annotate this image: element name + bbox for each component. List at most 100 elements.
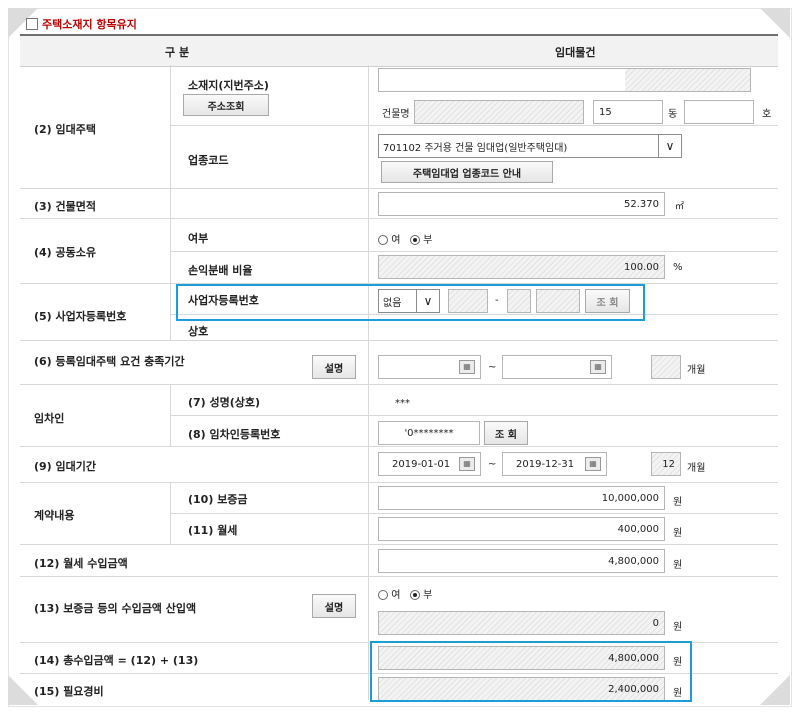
- divider: [170, 125, 778, 126]
- dong-value: 15: [599, 106, 612, 118]
- corner-decoration: [760, 675, 790, 705]
- explain-button[interactable]: 설명: [312, 355, 356, 379]
- tilde: ~: [488, 459, 497, 470]
- divider: [20, 446, 778, 447]
- row-label-business-regno: (5) 사업자등록번호: [34, 310, 127, 323]
- header-col-rental: 임대물건: [555, 46, 596, 59]
- building-area-value: 52.370: [624, 198, 659, 210]
- period-months-input[interactable]: [651, 355, 681, 379]
- months-unit: 개월: [687, 463, 706, 474]
- calendar-icon[interactable]: ▦: [585, 457, 601, 471]
- label-profit-ratio: 손익분배 비율: [188, 264, 253, 277]
- tenant-lookup-button[interactable]: 조 회: [484, 421, 528, 445]
- period-end-input[interactable]: ▦: [502, 355, 612, 379]
- radio-yes[interactable]: [378, 590, 388, 600]
- won-unit: 원: [673, 560, 683, 571]
- deposit-income-input[interactable]: 0: [378, 611, 665, 635]
- row-label-deposit-income: (13) 보증금 등의 수입금액 산입액: [34, 602, 197, 615]
- months-unit: 개월: [687, 365, 706, 376]
- tenant-regno-input[interactable]: '0********: [378, 421, 480, 445]
- won-unit: 원: [673, 622, 683, 633]
- industry-code-select[interactable]: 701102 주거용 건물 임대업(일반주택임대) ∨: [378, 134, 682, 158]
- monthly-rent-value: 400,000: [617, 523, 659, 535]
- won-unit: 원: [673, 528, 683, 539]
- calendar-icon[interactable]: ▦: [590, 360, 606, 374]
- explain-button[interactable]: 설명: [312, 594, 356, 618]
- divider: [20, 576, 778, 577]
- profit-ratio-value: 100.00: [624, 261, 659, 273]
- row-label-requirement-period: (6) 등록임대주택 요건 충족기간: [34, 355, 185, 368]
- row-label-rental-house: (2) 임대주택: [34, 123, 97, 136]
- address-input[interactable]: [378, 68, 751, 92]
- divider: [170, 251, 778, 252]
- row-label-necessary-expenses: (15) 필요경비: [34, 685, 104, 698]
- label-industry-code: 업종코드: [188, 154, 229, 167]
- lease-months-input[interactable]: 12: [651, 452, 681, 476]
- rent-income-input[interactable]: 4,800,000: [378, 549, 665, 573]
- radio-yes-label: 여: [391, 590, 401, 601]
- monthly-rent-input[interactable]: 400,000: [378, 517, 665, 541]
- checkbox-icon[interactable]: [26, 18, 38, 30]
- divider: [170, 513, 778, 514]
- divider: [20, 218, 778, 219]
- radio-yes[interactable]: [378, 235, 388, 245]
- row-label-lease-period: (9) 임대기간: [34, 460, 97, 473]
- won-unit: 원: [673, 497, 683, 508]
- label-whether: 여부: [188, 232, 209, 245]
- row-label-contract: 계약내용: [34, 509, 75, 522]
- highlight-box: [176, 284, 645, 321]
- ho-input[interactable]: [684, 100, 754, 124]
- deposit-input[interactable]: 10,000,000: [378, 486, 665, 510]
- ratio-unit: %: [673, 262, 683, 273]
- deposit-income-value: 0: [652, 617, 659, 629]
- highlight-box: [370, 641, 692, 702]
- row-label-building-area: (3) 건물면적: [34, 200, 97, 213]
- header-col-category: 구 분: [165, 46, 190, 59]
- section-title-text: 주택소재지 항목유지: [42, 18, 137, 31]
- radio-no-label: 부: [423, 590, 433, 601]
- building-area-input[interactable]: 52.370: [378, 192, 665, 216]
- period-start-input[interactable]: ▦: [378, 355, 481, 379]
- divider: [20, 340, 778, 341]
- label-location: 소재지(지번주소): [188, 79, 269, 92]
- deposit-value: 10,000,000: [601, 492, 659, 504]
- radio-no-label: 부: [423, 235, 433, 246]
- label-trade-name: 상호: [188, 325, 209, 338]
- divider: [170, 65, 171, 340]
- deposit-income-radio-group: 여 부: [378, 586, 432, 601]
- radio-no[interactable]: [409, 590, 420, 600]
- building-name-input[interactable]: [414, 100, 584, 124]
- address-search-button[interactable]: 주소조회: [183, 94, 269, 116]
- label-monthly-rent: (11) 월세: [188, 524, 238, 537]
- lease-end-input[interactable]: 2019-12-31 ▦: [502, 452, 607, 476]
- profit-ratio-input[interactable]: 100.00: [378, 255, 665, 279]
- divider: [20, 482, 778, 483]
- ho-unit: 호: [762, 109, 772, 120]
- joint-ownership-radio-group: 여 부: [378, 231, 432, 246]
- dong-input[interactable]: 15: [593, 100, 663, 124]
- industry-guide-button[interactable]: 주택임대업 업종코드 안내: [381, 161, 553, 183]
- divider: [368, 65, 369, 700]
- area-unit: ㎡: [675, 202, 685, 212]
- row-label-tenant: 임차인: [34, 412, 65, 425]
- tenant-name-value: ***: [395, 398, 410, 409]
- calendar-icon[interactable]: ▦: [459, 360, 475, 374]
- divider: [20, 544, 778, 545]
- lease-start-value: 2019-01-01: [392, 458, 451, 470]
- row-label-joint-ownership: (4) 공동소유: [34, 246, 97, 259]
- calendar-icon[interactable]: ▦: [459, 457, 475, 471]
- label-building-name: 건물명: [382, 109, 410, 120]
- tilde: ~: [488, 362, 497, 373]
- row-label-total-income: (14) 총수입금액 = (12) + (13): [34, 654, 199, 667]
- radio-no[interactable]: [409, 235, 420, 245]
- label-tenant-name: (7) 성명(상호): [188, 396, 261, 409]
- divider: [20, 188, 778, 189]
- rent-income-value: 4,800,000: [608, 555, 659, 567]
- section-title: 주택소재지 항목유지: [26, 16, 137, 32]
- divider: [20, 384, 778, 385]
- address-readonly-part: [625, 69, 750, 91]
- chevron-down-icon: ∨: [658, 135, 681, 157]
- industry-code-value: 701102 주거용 건물 임대업(일반주택임대): [383, 142, 568, 154]
- lease-start-input[interactable]: 2019-01-01 ▦: [378, 452, 481, 476]
- radio-yes-label: 여: [391, 235, 401, 246]
